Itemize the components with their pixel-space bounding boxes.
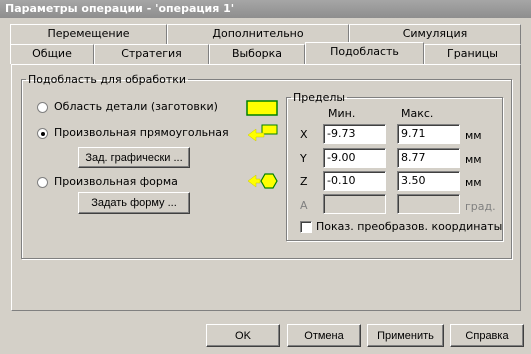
set-shape-button[interactable]: Задать форму ... — [78, 192, 190, 214]
tab-subregion[interactable]: Подобласть — [305, 42, 424, 64]
a-max-input — [397, 194, 460, 214]
y-min-input[interactable]: -9.00 — [323, 148, 386, 168]
a-min-input — [323, 194, 386, 214]
axis-y-label: Y — [300, 152, 307, 165]
axis-a-label: A — [300, 199, 308, 212]
subregion-group-label: Подобласть для обработки — [28, 73, 187, 86]
tab-boundaries[interactable]: Границы — [424, 44, 521, 64]
tab-simulation[interactable]: Симуляция — [349, 24, 521, 44]
limits-group-label: Пределы — [293, 91, 346, 104]
min-header: Мин. — [328, 107, 356, 120]
radio-part-area[interactable] — [37, 102, 48, 113]
x-max-input[interactable]: 9.71 — [397, 124, 460, 144]
a-unit: град. — [465, 200, 496, 213]
tab-movement[interactable]: Перемещение — [10, 24, 167, 44]
tab-selection[interactable]: Выборка — [209, 44, 305, 64]
radio-custom-shape[interactable] — [37, 177, 48, 188]
z-max-input[interactable]: 3.50 — [397, 171, 460, 191]
tab-strategy[interactable]: Стратегия — [94, 44, 209, 64]
max-header: Макс. — [401, 107, 434, 120]
radio-custom-rectangle[interactable] — [37, 128, 48, 139]
window-title: Параметры операции - 'операция 1' — [0, 0, 531, 18]
part-area-icon — [246, 100, 278, 116]
set-graphically-button[interactable]: Зад. графически ... — [78, 147, 190, 168]
custom-rectangle-label[interactable]: Произвольная прямоугольная — [54, 126, 229, 139]
show-transform-checkbox[interactable] — [300, 221, 312, 233]
part-area-label[interactable]: Область детали (заготовки) — [54, 100, 218, 113]
x-min-input[interactable]: -9.73 — [323, 124, 386, 144]
cancel-button[interactable]: Отмена — [287, 324, 361, 347]
z-unit: мм — [465, 176, 482, 189]
tab-panel-subregion: Подобласть для обработки Область детали … — [11, 64, 521, 311]
axis-x-label: X — [300, 128, 308, 141]
z-min-input[interactable]: -0.10 — [323, 171, 386, 191]
help-button[interactable]: Справка — [450, 324, 524, 347]
ok-button[interactable]: OK — [206, 324, 280, 347]
axis-z-label: Z — [300, 175, 308, 188]
rectangle-arrow-icon — [247, 124, 278, 142]
x-unit: мм — [465, 129, 482, 142]
y-unit: мм — [465, 153, 482, 166]
hexagon-arrow-icon — [247, 173, 278, 189]
show-transform-label[interactable]: Показ. преобразов. координаты — [316, 220, 502, 233]
limits-group: Пределы — [286, 91, 503, 241]
tab-general[interactable]: Общие — [10, 44, 94, 64]
custom-shape-label[interactable]: Произвольная форма — [54, 175, 178, 188]
tab-advanced[interactable]: Дополнительно — [167, 24, 349, 44]
y-max-input[interactable]: 8.77 — [397, 148, 460, 168]
apply-button[interactable]: Применить — [367, 324, 444, 347]
